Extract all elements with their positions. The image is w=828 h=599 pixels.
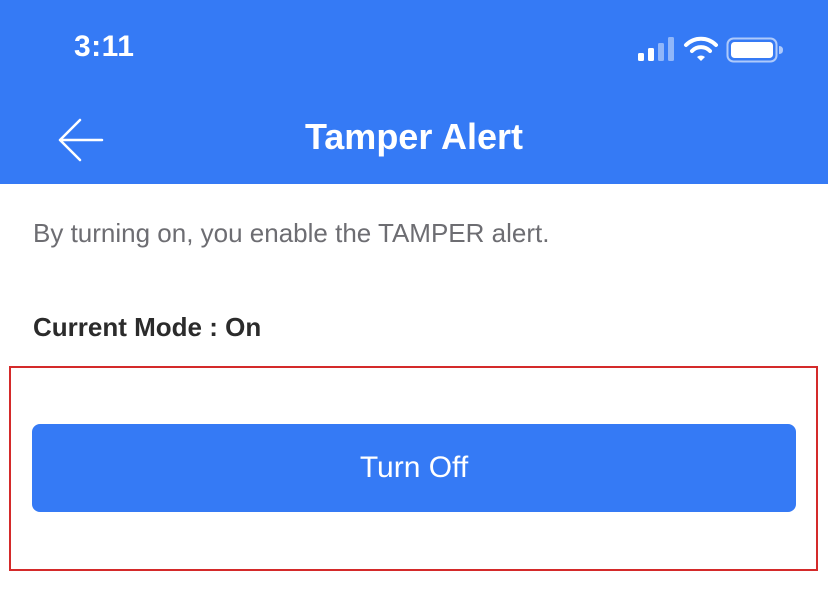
app-header: 3:11 Tamper Alert bbox=[0, 0, 828, 184]
cellular-signal-icon bbox=[638, 37, 674, 61]
battery-icon bbox=[726, 37, 783, 63]
page-title: Tamper Alert bbox=[304, 116, 524, 157]
status-time: 3:11 bbox=[74, 30, 135, 63]
turn-off-button[interactable]: Turn Off bbox=[32, 424, 796, 512]
wifi-icon bbox=[684, 36, 718, 61]
status-icons bbox=[638, 36, 798, 66]
description-text: By turning on, you enable the TAMPER ale… bbox=[33, 218, 550, 248]
current-mode-label: Current Mode : On bbox=[33, 312, 262, 342]
